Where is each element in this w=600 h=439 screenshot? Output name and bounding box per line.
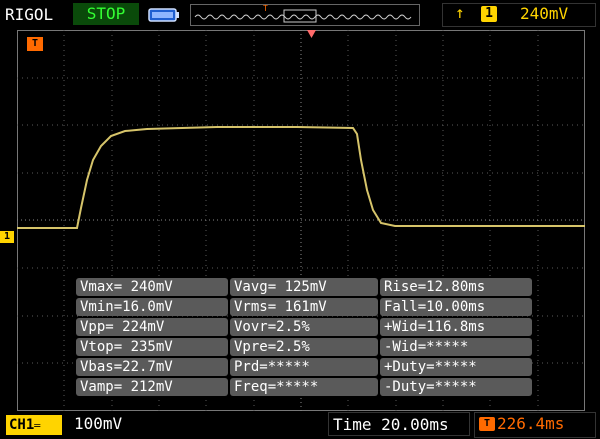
meas-pos-width: +Wid=116.8ms	[380, 318, 532, 336]
meas-vpp: Vpp= 224mV	[76, 318, 228, 336]
trigger-source-badge: 1	[481, 6, 497, 22]
memory-depth-bar: T	[190, 4, 420, 26]
meas-neg-width: -Wid=*****	[380, 338, 532, 356]
meas-pos-duty: +Duty=*****	[380, 358, 532, 376]
meas-rise: Rise=12.80ms	[380, 278, 532, 296]
meas-fall: Fall=10.00ms	[380, 298, 532, 316]
channel1-scale: 100mV	[74, 414, 123, 433]
run-stop-indicator[interactable]: STOP	[73, 3, 139, 25]
dc-coupling-icon: ═	[34, 421, 41, 432]
measurement-panel: Vmax= 240mV Vavg= 125mV Rise=12.80ms Vmi…	[76, 278, 532, 398]
memory-trigger-marker: T	[263, 4, 268, 13]
meas-vbase: Vbas=22.7mV	[76, 358, 228, 376]
meas-vavg: Vavg= 125mV	[230, 278, 378, 296]
channel1-badge[interactable]: CH1═	[6, 415, 62, 435]
meas-vtop: Vtop= 235mV	[76, 338, 228, 356]
meas-vovr: Vovr=2.5%	[230, 318, 378, 336]
meas-vamp: Vamp= 212mV	[76, 378, 228, 396]
channel1-ground-marker[interactable]: 1	[0, 231, 14, 243]
trigger-time-marker[interactable]: T	[27, 37, 43, 51]
trigger-position-value: 226.4ms	[497, 414, 565, 433]
meas-vmin: Vmin=16.0mV	[76, 298, 228, 316]
brand-logo: RIGOL	[5, 5, 54, 24]
meas-vrms: Vrms= 161mV	[230, 298, 378, 316]
trigger-level: 240mV	[520, 4, 569, 23]
trigger-panel[interactable]	[442, 3, 596, 27]
meas-neg-duty: -Duty=*****	[380, 378, 532, 396]
trigger-position-icon: T	[479, 417, 495, 431]
meas-freq: Freq=*****	[230, 378, 378, 396]
meas-period: Prd=*****	[230, 358, 378, 376]
meas-vpre: Vpre=2.5%	[230, 338, 378, 356]
timebase-readout[interactable]: Time 20.00ms	[328, 412, 470, 436]
battery-icon	[148, 8, 179, 22]
meas-vmax: Vmax= 240mV	[76, 278, 228, 296]
trigger-edge-icon: ↑	[455, 3, 465, 22]
channel1-label: CH1	[9, 417, 35, 433]
